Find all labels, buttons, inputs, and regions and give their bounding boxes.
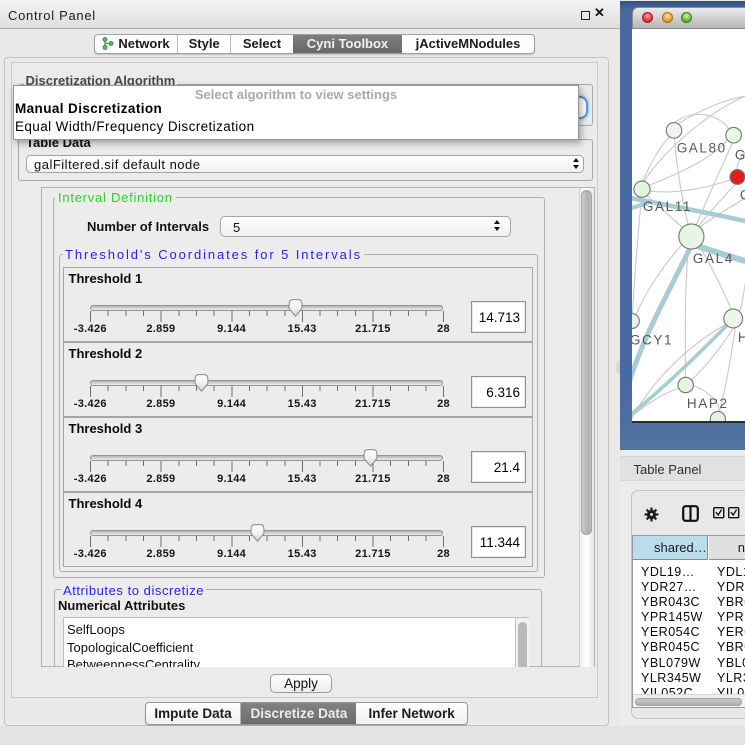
svg-text:H: H xyxy=(737,330,745,345)
svg-text:HAP2: HAP2 xyxy=(686,396,728,411)
svg-text:C: C xyxy=(739,188,745,203)
svg-text:GA: GA xyxy=(734,148,745,163)
svg-text:GAL80: GAL80 xyxy=(676,141,726,156)
svg-text:GAL11: GAL11 xyxy=(642,199,691,214)
svg-text:GCY1: GCY1 xyxy=(632,333,673,348)
svg-text:GAL4: GAL4 xyxy=(692,251,733,266)
